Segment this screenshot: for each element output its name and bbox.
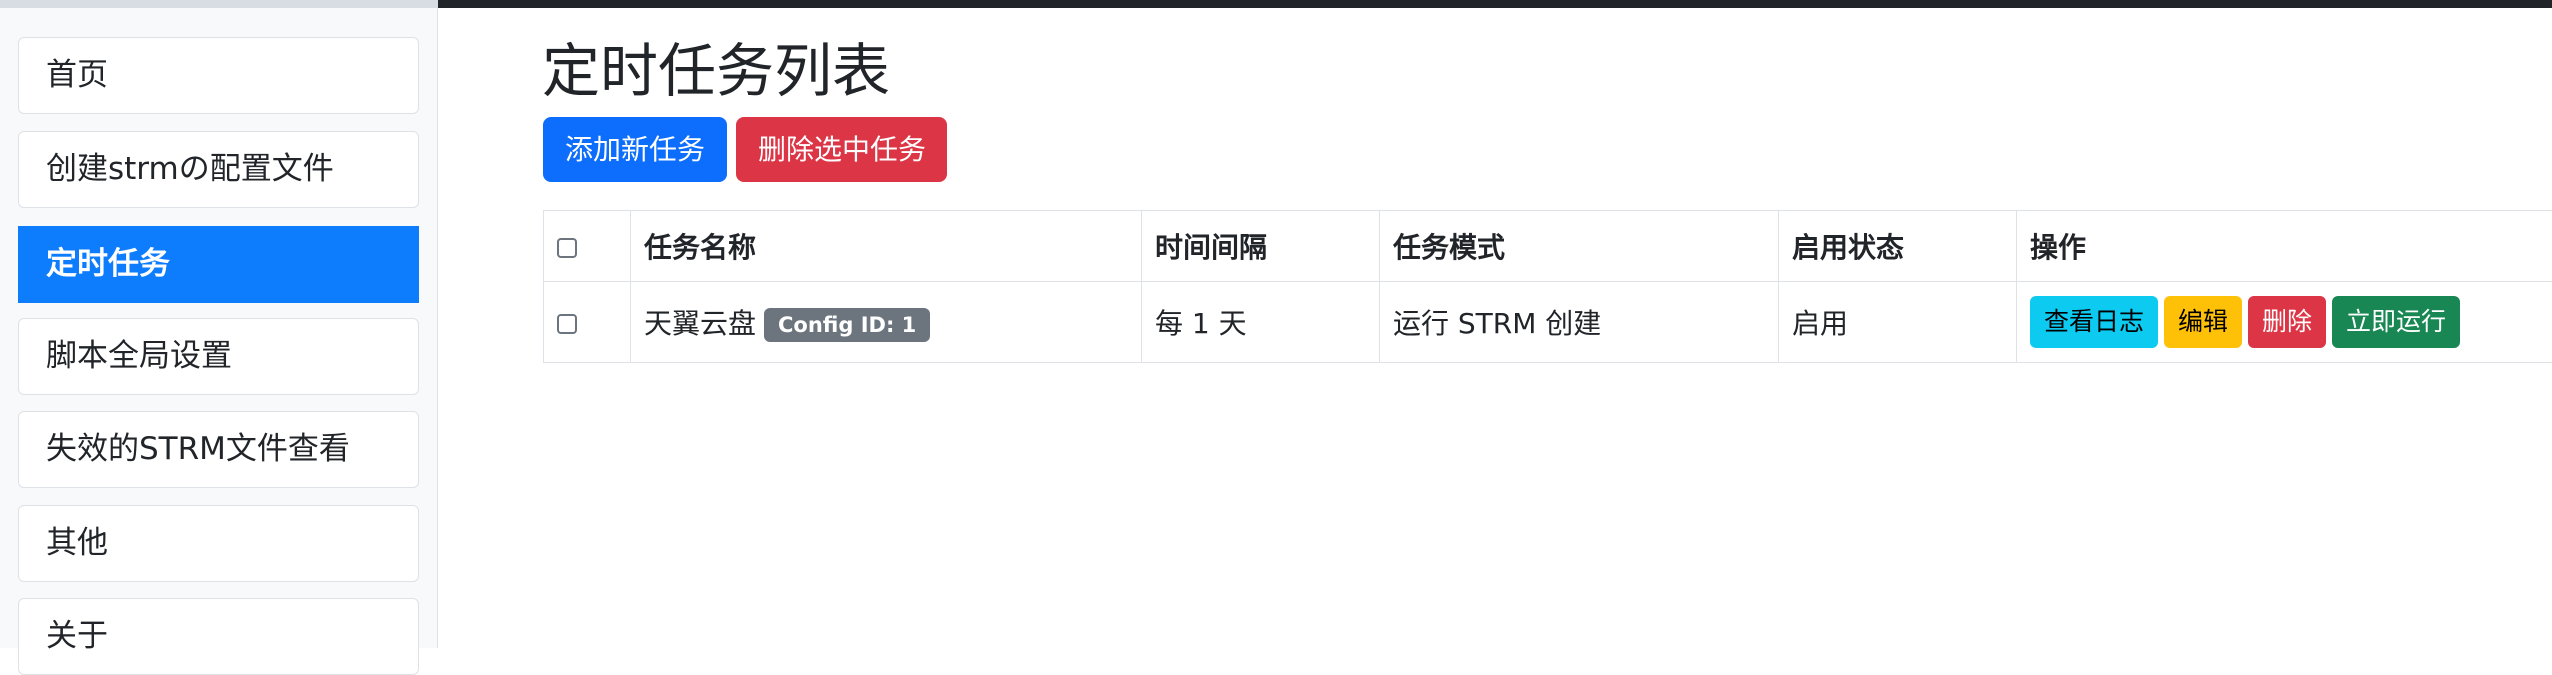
delete-selected-button[interactable]: 删除选中任务 (736, 117, 947, 182)
sidebar-item-other[interactable]: 其他 (18, 505, 419, 582)
view-logs-button[interactable]: 查看日志 (2030, 296, 2158, 348)
column-header-status: 启用状态 (1779, 211, 2017, 282)
row-select-cell (544, 282, 631, 363)
add-task-button[interactable]: 添加新任务 (543, 117, 727, 182)
select-all-checkbox[interactable] (557, 238, 577, 258)
sidebar-item-home[interactable]: 首页 (18, 37, 419, 114)
table-header-row: 任务名称 时间间隔 任务模式 启用状态 操作 (544, 211, 2552, 282)
row-checkbox[interactable] (557, 314, 577, 334)
task-mode: 运行 STRM 创建 (1380, 282, 1779, 363)
page-title: 定时任务列表 (542, 30, 890, 112)
sidebar-top-strip (0, 0, 438, 8)
sidebar: 首页 创建strmの配置文件 定时任务 脚本全局设置 失效的STRM文件查看 其… (0, 0, 438, 648)
sidebar-item-create-strm-config[interactable]: 创建strmの配置文件 (18, 131, 419, 208)
column-header-mode: 任务模式 (1380, 211, 1779, 282)
sidebar-item-invalid-strm[interactable]: 失效的STRM文件查看 (18, 411, 419, 488)
column-header-interval: 时间间隔 (1142, 211, 1380, 282)
table-row: 天翼云盘Config ID: 1 每 1 天 运行 STRM 创建 启用 查看日… (544, 282, 2552, 363)
column-header-name: 任务名称 (631, 211, 1142, 282)
task-table: 任务名称 时间间隔 任务模式 启用状态 操作 天翼云盘Config ID: 1 … (543, 210, 2552, 363)
edit-task-button[interactable]: 编辑 (2164, 296, 2242, 348)
column-header-actions: 操作 (2017, 211, 2552, 282)
task-interval: 每 1 天 (1142, 282, 1380, 363)
task-actions-cell: 查看日志编辑删除立即运行 (2017, 282, 2552, 363)
config-id-badge: Config ID: 1 (764, 308, 930, 342)
sidebar-item-global-settings[interactable]: 脚本全局设置 (18, 318, 419, 395)
task-name-cell: 天翼云盘Config ID: 1 (631, 282, 1142, 363)
run-now-button[interactable]: 立即运行 (2332, 296, 2460, 348)
sidebar-item-scheduled-tasks[interactable]: 定时任务 (18, 226, 419, 303)
delete-task-button[interactable]: 删除 (2248, 296, 2326, 348)
sidebar-item-about[interactable]: 关于 (18, 598, 419, 675)
task-status: 启用 (1779, 282, 2017, 363)
select-all-cell (544, 211, 631, 282)
task-name: 天翼云盘 (644, 307, 756, 340)
